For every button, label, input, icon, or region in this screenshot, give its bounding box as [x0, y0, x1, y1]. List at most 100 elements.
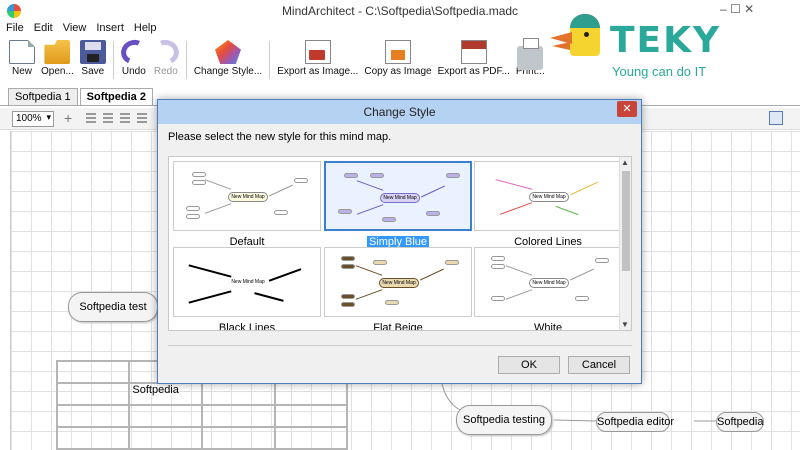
dialog-title-bar[interactable]: Change Style ✕ [158, 100, 641, 124]
redo-button[interactable]: Redo [149, 36, 183, 82]
style-name: White [474, 322, 622, 331]
print-button[interactable]: Print... [513, 38, 548, 82]
menu-insert[interactable]: Insert [96, 22, 124, 38]
menu-file[interactable]: File [6, 22, 24, 38]
table-cell[interactable] [128, 426, 204, 450]
bird-beak-lower [552, 42, 570, 50]
redo-icon [149, 36, 183, 68]
export-pdf-button[interactable]: Export as PDF... [435, 38, 513, 82]
mind-map-node[interactable]: Softpedia testing [456, 405, 552, 435]
scroll-thumb[interactable] [622, 171, 630, 271]
menu-view[interactable]: View [63, 22, 87, 38]
style-option-simply-blue[interactable]: New Mind Map Simply Blue [324, 161, 472, 248]
close-button[interactable]: ✕ [617, 101, 637, 117]
table-cell[interactable] [55, 404, 131, 428]
thumb-node [341, 302, 355, 307]
table-cell[interactable] [201, 404, 276, 428]
undo-button[interactable]: Undo [117, 36, 151, 82]
thumb-node [186, 214, 200, 219]
new-button[interactable]: New [6, 38, 38, 82]
thumb-line [421, 185, 445, 198]
zoom-value: 100% [16, 113, 42, 124]
scroll-up-icon[interactable]: ▲ [621, 158, 629, 167]
thumb-node [445, 260, 459, 265]
style-list[interactable]: New Mind Map Default New Mind Map Simply… [168, 156, 632, 331]
thumb-node [595, 258, 609, 263]
document-tabs: Softpedia 1 Softpedia 2 [8, 88, 155, 106]
table-cell[interactable] [55, 360, 131, 384]
cancel-button[interactable]: Cancel [568, 356, 630, 374]
table-cell[interactable] [55, 426, 131, 450]
style-preview: New Mind Map [173, 161, 321, 231]
toolbar-separator [185, 41, 187, 79]
thumb-line [505, 289, 533, 300]
thumb-line [420, 268, 444, 281]
thumb-line [268, 268, 302, 282]
copy-image-icon [384, 40, 411, 64]
open-button[interactable]: Open... [38, 38, 77, 82]
style-preview: New Mind Map [173, 247, 321, 317]
thumb-node [426, 211, 440, 216]
mind-map-node[interactable]: Softpedia editor [596, 412, 674, 432]
window-controls[interactable]: – ☐ ✕ [720, 2, 754, 16]
menu-help[interactable]: Help [134, 22, 157, 38]
tab-softpedia-1[interactable]: Softpedia 1 [8, 88, 78, 106]
style-name: Flat Beige [324, 322, 472, 331]
bird-cap [570, 14, 600, 28]
menu-edit[interactable]: Edit [34, 22, 53, 38]
style-label: Flat Beige [373, 322, 423, 331]
table-cell[interactable] [55, 382, 131, 406]
thumb-line [499, 202, 533, 215]
style-list-scrollbar[interactable]: ▲ ▼ [619, 157, 631, 330]
dialog-title: Change Style [363, 105, 436, 119]
thumb-line [355, 265, 383, 276]
add-icon[interactable]: + [64, 110, 72, 126]
change-style-button[interactable]: Change Style... [191, 38, 265, 82]
thumb-line [495, 179, 533, 190]
dialog-prompt: Please select the new style for this min… [168, 131, 392, 143]
export-image-icon [304, 40, 331, 64]
mind-map-node[interactable]: Softpedia [716, 412, 764, 432]
table-cell[interactable] [273, 382, 349, 406]
style-option-white[interactable]: New Mind Map White [474, 247, 622, 331]
view-options-icon[interactable] [769, 111, 783, 125]
style-option-flat-beige[interactable]: New Mind Map Flat Beige [324, 247, 472, 331]
style-option-black-lines[interactable]: New Mind Map Black Lines [173, 247, 321, 330]
table-cell[interactable] [128, 404, 204, 428]
style-name: Black Lines [173, 322, 321, 330]
copy-image-button[interactable]: Copy as Image [361, 38, 434, 82]
style-option-default[interactable]: New Mind Map Default [173, 161, 321, 248]
style-preview: New Mind Map [474, 161, 622, 231]
thumb-center-node: New Mind Map [228, 192, 268, 202]
tab-softpedia-2[interactable]: Softpedia 2 [79, 88, 153, 106]
align-justify-icon[interactable] [137, 113, 147, 123]
thumb-node [341, 256, 355, 261]
thumb-node [382, 217, 396, 222]
scroll-down-icon[interactable]: ▼ [621, 320, 629, 329]
thumb-center-node: New Mind Map [228, 278, 268, 288]
style-preview: New Mind Map [474, 247, 622, 317]
zoom-select[interactable]: 100% ▾ [12, 111, 54, 127]
style-option-colored-lines[interactable]: New Mind Map Colored Lines [474, 161, 622, 248]
thumb-node [373, 260, 387, 265]
style-preview: New Mind Map [324, 161, 472, 231]
export-pdf-icon [460, 40, 487, 64]
save-button[interactable]: Save [77, 38, 109, 82]
align-center-icon[interactable] [103, 113, 113, 123]
toolbar-separator [269, 41, 271, 79]
thumb-line [355, 289, 383, 300]
ok-button[interactable]: OK [498, 356, 560, 374]
export-image-button[interactable]: Export as Image... [274, 38, 361, 82]
table-cell[interactable]: Softpedia [128, 382, 204, 406]
toolbar-separator [112, 41, 114, 79]
mind-map-node[interactable]: Softpedia test [68, 292, 158, 322]
style-label: White [533, 322, 563, 331]
thumb-center-node: New Mind Map [379, 278, 419, 288]
align-right-icon[interactable] [120, 113, 130, 123]
table-cell[interactable] [273, 404, 349, 428]
table-cell[interactable] [201, 426, 276, 450]
table-cell[interactable] [273, 426, 349, 450]
align-left-icon[interactable] [86, 113, 96, 123]
table-cell[interactable] [201, 382, 276, 406]
thumb-line [570, 268, 594, 281]
